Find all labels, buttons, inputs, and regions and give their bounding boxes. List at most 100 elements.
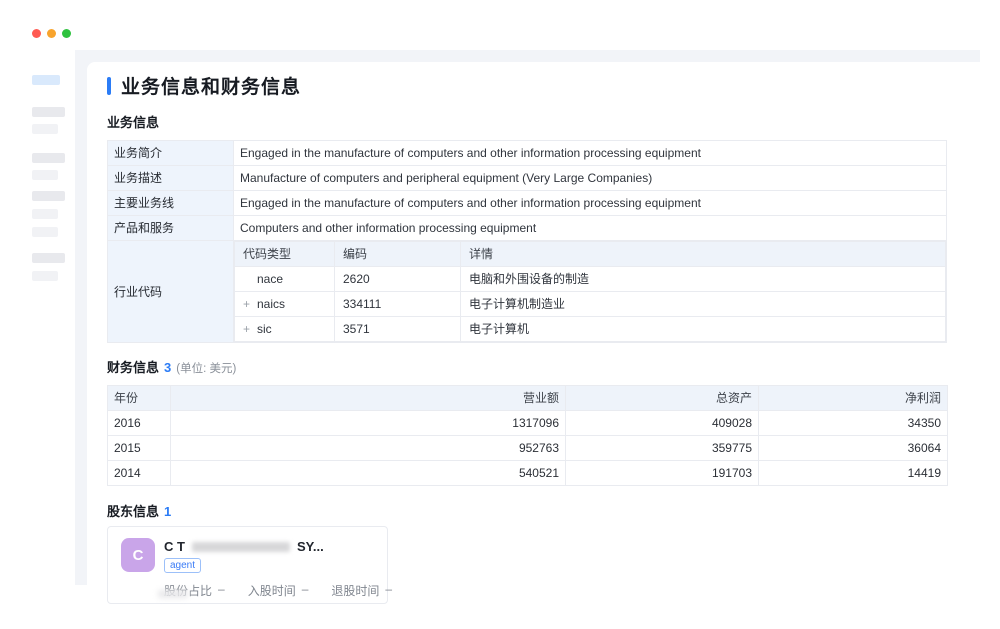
row-label: 行业代码 [108,241,234,343]
finance-unit-note: (单位: 美元) [176,360,236,376]
business-info-table: 业务简介 Engaged in the manufacture of compu… [107,140,947,343]
finance-section-label: 财务信息 [107,357,159,376]
table-header-row: 年份 营业额 总资产 净利润 [108,386,948,411]
name-prefix: C T [164,539,185,554]
table-row: 主要业务线 Engaged in the manufacture of comp… [108,191,947,216]
profit-cell: 14419 [759,461,948,486]
row-label: 业务简介 [108,141,234,166]
sidebar-placeholder-bar[interactable] [32,227,58,237]
code-type: nace [257,272,283,286]
assets-cell: 409028 [566,411,759,436]
industry-codes-row: 行业代码 代码类型 编码 详情 nace 2620 电脑和外围设备的制造 [108,241,947,343]
code-type: naics [257,297,285,311]
avatar: C [121,538,155,572]
shareholder-count-badge: 1 [164,504,171,519]
sidebar-placeholder-bar[interactable] [32,124,58,134]
shareholder-section-title: 股东信息 1 [107,501,947,520]
column-header: 净利润 [759,386,948,411]
field-label: 入股时间 [248,582,296,599]
row-value: Computers and other information processi… [234,216,947,241]
maximize-window-icon[interactable] [62,29,71,38]
sidebar-placeholder-bar[interactable] [32,253,65,263]
redacted-name-blur [192,542,290,552]
table-row: 2014 540521 191703 14419 [108,461,948,486]
shareholder-name: C T SY... [164,539,324,554]
code-type: sic [257,322,272,336]
business-section-title: 业务信息 [107,112,947,131]
code-cell: 334111 [335,292,461,317]
revenue-cell: 540521 [171,461,566,486]
finance-table: 年份 营业额 总资产 净利润 2016 1317096 409028 34350… [107,385,948,486]
code-type-cell: nace [235,267,335,292]
detail-cell: 电脑和外围设备的制造 [461,267,946,292]
join-date-field: 入股时间 – [248,582,309,599]
window-controls [32,29,71,38]
field-value: – [218,582,225,599]
row-value: Engaged in the manufacture of computers … [234,141,947,166]
field-label: 退股时间 [331,582,379,599]
field-value: – [302,582,309,599]
table-header-row: 代码类型 编码 详情 [235,242,946,267]
detail-cell: 电子计算机 [461,317,946,342]
finance-section-title: 财务信息 3 (单位: 美元) [107,357,947,376]
year-cell: 2016 [108,411,171,436]
code-cell: 3571 [335,317,461,342]
table-row: 产品和服务 Computers and other information pr… [108,216,947,241]
business-section-label: 业务信息 [107,112,159,131]
sidebar-placeholder-bar[interactable] [32,153,65,163]
table-row: 业务简介 Engaged in the manufacture of compu… [108,141,947,166]
sidebar-placeholder-bar[interactable] [32,107,65,117]
profit-cell: 36064 [759,436,948,461]
title-accent-bar [107,77,111,95]
code-type-cell: +naics [235,292,335,317]
table-row: 业务描述 Manufacture of computers and periph… [108,166,947,191]
column-header: 代码类型 [235,242,335,267]
agent-badge: agent [164,558,201,573]
exit-date-field: 退股时间 – [331,582,392,599]
assets-cell: 191703 [566,461,759,486]
field-value: – [385,582,392,599]
close-window-icon[interactable] [32,29,41,38]
assets-cell: 359775 [566,436,759,461]
table-row: 2016 1317096 409028 34350 [108,411,948,436]
expand-icon[interactable]: + [243,322,257,336]
shareholder-section-label: 股东信息 [107,501,159,520]
redacted-detail-blur [158,590,188,598]
table-row: 2015 952763 359775 36064 [108,436,948,461]
sidebar-placeholder-bar[interactable] [32,271,58,281]
column-header: 编码 [335,242,461,267]
main-panel: 业务信息和财务信息 业务信息 业务简介 Engaged in the manuf… [87,62,980,629]
shareholder-fields: 股份占比 – 入股时间 – 退股时间 – [164,582,374,599]
sidebar-item-active[interactable] [32,75,60,85]
table-row: +sic 3571 电子计算机 [235,317,946,342]
sidebar-placeholder-bar[interactable] [32,209,58,219]
revenue-cell: 952763 [171,436,566,461]
code-type-cell: +sic [235,317,335,342]
page-header: 业务信息和财务信息 [107,75,947,96]
industry-codes-table: 代码类型 编码 详情 nace 2620 电脑和外围设备的制造 +naics 3… [234,241,946,342]
sidebar-placeholder-bar[interactable] [32,191,65,201]
revenue-cell: 1317096 [171,411,566,436]
row-value: Manufacture of computers and peripheral … [234,166,947,191]
column-header: 详情 [461,242,946,267]
detail-cell: 电子计算机制造业 [461,292,946,317]
app-window: 业务信息和财务信息 业务信息 业务简介 Engaged in the manuf… [0,0,1000,629]
year-cell: 2014 [108,461,171,486]
shareholder-card[interactable]: C C T SY... agent 股份占比 – 入股时间 – [107,526,388,604]
row-label: 业务描述 [108,166,234,191]
name-suffix: SY... [297,539,324,554]
expand-icon[interactable]: + [243,297,257,311]
column-header: 总资产 [566,386,759,411]
year-cell: 2015 [108,436,171,461]
table-row: nace 2620 电脑和外围设备的制造 [235,267,946,292]
table-row: +naics 334111 电子计算机制造业 [235,292,946,317]
row-label: 主要业务线 [108,191,234,216]
row-label: 产品和服务 [108,216,234,241]
profit-cell: 34350 [759,411,948,436]
sidebar-placeholder-bar[interactable] [32,170,58,180]
column-header: 年份 [108,386,171,411]
finance-count-badge: 3 [164,360,171,375]
minimize-window-icon[interactable] [47,29,56,38]
row-value: Engaged in the manufacture of computers … [234,191,947,216]
code-cell: 2620 [335,267,461,292]
